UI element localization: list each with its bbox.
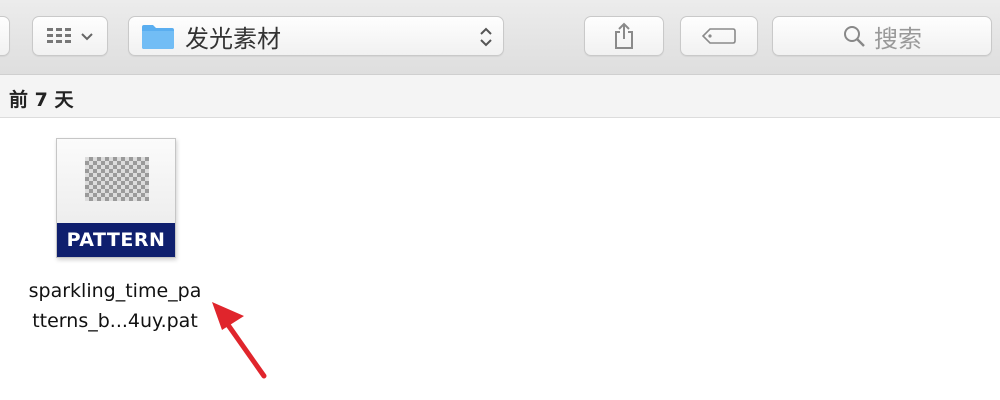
search-placeholder: 搜索: [874, 24, 922, 53]
pattern-file-icon: PATTERN: [56, 138, 176, 258]
share-button[interactable]: [584, 16, 664, 56]
grid-view-icon: [47, 28, 71, 43]
share-icon: [615, 22, 633, 49]
file-name-line2: tterns_b...4uy.pat: [32, 310, 198, 332]
chevron-down-icon: [81, 33, 93, 41]
section-title: 前 7 天: [9, 89, 74, 111]
folder-icon: [142, 25, 174, 49]
file-type-badge: PATTERN: [57, 223, 175, 257]
annotation-arrow-icon: [212, 302, 267, 379]
finder-toolbar: 发光素材 搜索: [0, 0, 1000, 75]
file-item[interactable]: PATTERN sparkling_time_pa tterns_b...4uy…: [10, 134, 220, 354]
file-name-line1: sparkling_time_pa: [28, 280, 202, 302]
search-icon: [844, 26, 865, 47]
search-field[interactable]: 搜索: [772, 16, 992, 56]
view-options-button[interactable]: [32, 16, 108, 56]
current-folder-label: 发光素材: [185, 24, 281, 53]
checkerboard-icon: [85, 157, 149, 201]
path-popup-button[interactable]: 发光素材: [128, 16, 504, 56]
file-name[interactable]: sparkling_time_pa tterns_b...4uy.pat: [10, 276, 220, 336]
back-button[interactable]: [0, 16, 10, 56]
updown-chevron-icon: [480, 27, 492, 47]
edit-tags-button[interactable]: [680, 16, 758, 56]
section-header: 前 7 天: [0, 75, 1000, 118]
tag-icon: [702, 28, 736, 44]
